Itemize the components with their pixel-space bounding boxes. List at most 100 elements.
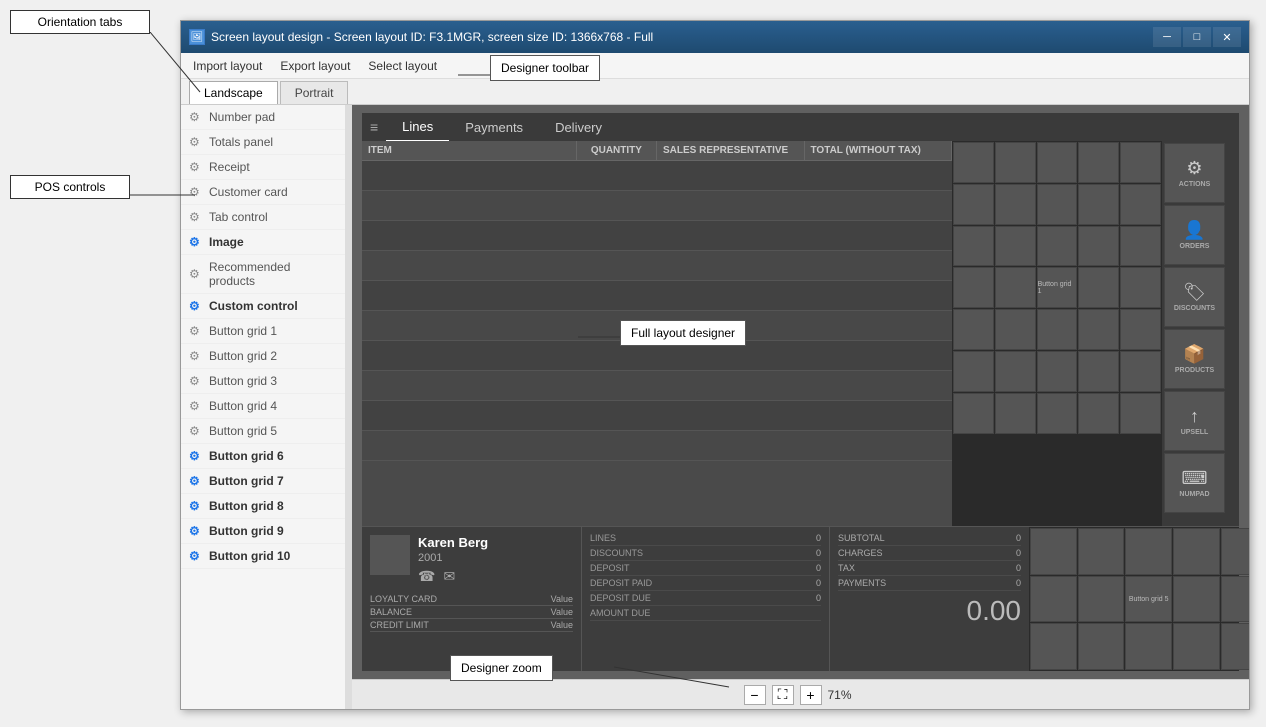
panel-item-btngrid10[interactable]: ⚙ Button grid 10 xyxy=(181,544,345,569)
btn-cell[interactable] xyxy=(1078,576,1125,623)
gear-icon: ⚙ xyxy=(189,449,203,463)
btn-cell[interactable] xyxy=(1120,351,1161,392)
customer-id: 2001 xyxy=(418,552,488,564)
pos-tab-payments[interactable]: Payments xyxy=(449,114,539,141)
panel-item-btngrid1[interactable]: ⚙ Button grid 1 xyxy=(181,319,345,344)
btn-cell[interactable] xyxy=(1037,309,1078,350)
btn-cell[interactable] xyxy=(1120,226,1161,267)
btn-cell[interactable] xyxy=(1078,142,1119,183)
btn-cell[interactable] xyxy=(1078,393,1119,434)
panel-item-totals[interactable]: ⚙ Totals panel xyxy=(181,130,345,155)
btn-cell[interactable] xyxy=(995,309,1036,350)
upsell-label: UPSELL xyxy=(1181,429,1209,436)
panel-item-image[interactable]: ⚙ Image xyxy=(181,230,345,255)
btn-cell[interactable] xyxy=(1120,184,1161,225)
btn-cell[interactable] xyxy=(1037,226,1078,267)
pos-bottom: Karen Berg 2001 ☎ ✉ LO xyxy=(362,526,1239,671)
panel-item-receipt[interactable]: ⚙ Receipt xyxy=(181,155,345,180)
pos-tab-lines[interactable]: Lines xyxy=(386,113,449,142)
panel-item-btngrid4[interactable]: ⚙ Button grid 4 xyxy=(181,394,345,419)
btn-cell[interactable] xyxy=(1221,528,1249,575)
btn-cell[interactable] xyxy=(1173,576,1220,623)
btn-cell[interactable] xyxy=(1078,528,1125,575)
btn-cell[interactable] xyxy=(995,184,1036,225)
btn-cell[interactable] xyxy=(1037,351,1078,392)
btn-cell[interactable] xyxy=(953,309,994,350)
panel-item-btngrid5[interactable]: ⚙ Button grid 5 xyxy=(181,419,345,444)
maximize-button[interactable]: □ xyxy=(1183,27,1211,47)
btn-cell[interactable] xyxy=(1078,226,1119,267)
btn-cell[interactable] xyxy=(995,142,1036,183)
close-button[interactable]: ✕ xyxy=(1213,27,1241,47)
btn-cell[interactable] xyxy=(953,393,994,434)
actions-button[interactable]: ⚙ ACTIONS xyxy=(1164,143,1225,203)
btn-cell[interactable] xyxy=(1030,528,1077,575)
numpad-icon: ⌨ xyxy=(1182,468,1208,489)
designer-toolbar-callout: Designer toolbar xyxy=(490,55,600,81)
btn-cell[interactable] xyxy=(1030,623,1077,670)
btn-cell[interactable] xyxy=(1078,267,1119,308)
btn-cell[interactable] xyxy=(1078,351,1119,392)
select-layout-menu[interactable]: Select layout xyxy=(360,56,445,76)
main-window: 🖼 Screen layout design - Screen layout I… xyxy=(180,20,1250,710)
panel-item-tabcontrol[interactable]: ⚙ Tab control xyxy=(181,205,345,230)
btn-cell[interactable] xyxy=(953,351,994,392)
btn-cell[interactable] xyxy=(953,226,994,267)
title-controls[interactable]: ─ □ ✕ xyxy=(1153,27,1241,47)
pos-controls-line xyxy=(130,185,200,205)
panel-item-btngrid3[interactable]: ⚙ Button grid 3 xyxy=(181,369,345,394)
btn-cell[interactable] xyxy=(995,226,1036,267)
panel-item-btngrid2[interactable]: ⚙ Button grid 2 xyxy=(181,344,345,369)
btn-cell-labeled[interactable]: Button grid 5 xyxy=(1125,576,1172,623)
pos-tab-delivery[interactable]: Delivery xyxy=(539,114,618,141)
products-button[interactable]: 📦 PRODUCTS xyxy=(1164,329,1225,389)
zoom-fit-button[interactable]: ⛶ xyxy=(772,685,794,705)
btn-cell[interactable] xyxy=(1037,184,1078,225)
gear-icon: ⚙ xyxy=(189,399,203,413)
btn-cell[interactable] xyxy=(1120,309,1161,350)
upsell-icon: ↑ xyxy=(1190,406,1199,427)
btn-cell[interactable] xyxy=(1078,623,1125,670)
panel-item-customercard[interactable]: ⚙ Customer card xyxy=(181,180,345,205)
discounts-button[interactable]: 🏷 DISCOUNTS xyxy=(1164,267,1225,327)
panel-item-recommended[interactable]: ⚙ Recommended products xyxy=(181,255,345,294)
btn-cell[interactable] xyxy=(1125,623,1172,670)
btn-cell[interactable] xyxy=(995,267,1036,308)
panel-item-btngrid6[interactable]: ⚙ Button grid 6 xyxy=(181,444,345,469)
zoom-plus-button[interactable]: + xyxy=(800,685,822,705)
zoom-minus-button[interactable]: − xyxy=(744,685,766,705)
btn-cell[interactable] xyxy=(1120,267,1161,308)
btn-cell[interactable] xyxy=(953,184,994,225)
btn-cell[interactable] xyxy=(1173,528,1220,575)
btn-cell[interactable] xyxy=(1125,528,1172,575)
btn-cell[interactable] xyxy=(1078,309,1119,350)
export-layout-menu[interactable]: Export layout xyxy=(272,56,358,76)
gear-icon: ⚙ xyxy=(189,160,203,174)
panel-item-btngrid7[interactable]: ⚙ Button grid 7 xyxy=(181,469,345,494)
panel-item-customcontrol[interactable]: ⚙ Custom control xyxy=(181,294,345,319)
btn-cell[interactable] xyxy=(1037,142,1078,183)
btn-cell[interactable] xyxy=(1030,576,1077,623)
panel-item-btngrid9[interactable]: ⚙ Button grid 9 xyxy=(181,519,345,544)
btn-cell[interactable] xyxy=(995,351,1036,392)
btn-cell[interactable] xyxy=(1120,142,1161,183)
numpad-button[interactable]: ⌨ NUMPAD xyxy=(1164,453,1225,513)
orders-button[interactable]: 👤 ORDERS xyxy=(1164,205,1225,265)
btn-cell[interactable] xyxy=(1078,184,1119,225)
panel-item-btngrid8[interactable]: ⚙ Button grid 8 xyxy=(181,494,345,519)
btn-cell[interactable] xyxy=(953,142,994,183)
upsell-button[interactable]: ↑ UPSELL xyxy=(1164,391,1225,451)
pos-controls-callout: POS controls xyxy=(10,175,130,199)
btn-cell[interactable] xyxy=(1221,576,1249,623)
btn-cell[interactable] xyxy=(1120,393,1161,434)
btn-cell[interactable] xyxy=(1221,623,1249,670)
btn-cell[interactable] xyxy=(953,267,994,308)
btn-cell[interactable] xyxy=(1037,393,1078,434)
discounts-icon: 🏷 xyxy=(1183,282,1206,303)
portrait-tab[interactable]: Portrait xyxy=(280,81,349,104)
col-total: TOTAL (WITHOUT TAX) xyxy=(805,141,953,160)
btn-cell-labeled[interactable]: Button grid 1 xyxy=(1037,267,1078,308)
btn-cell[interactable] xyxy=(1173,623,1220,670)
btn-cell[interactable] xyxy=(995,393,1036,434)
minimize-button[interactable]: ─ xyxy=(1153,27,1181,47)
